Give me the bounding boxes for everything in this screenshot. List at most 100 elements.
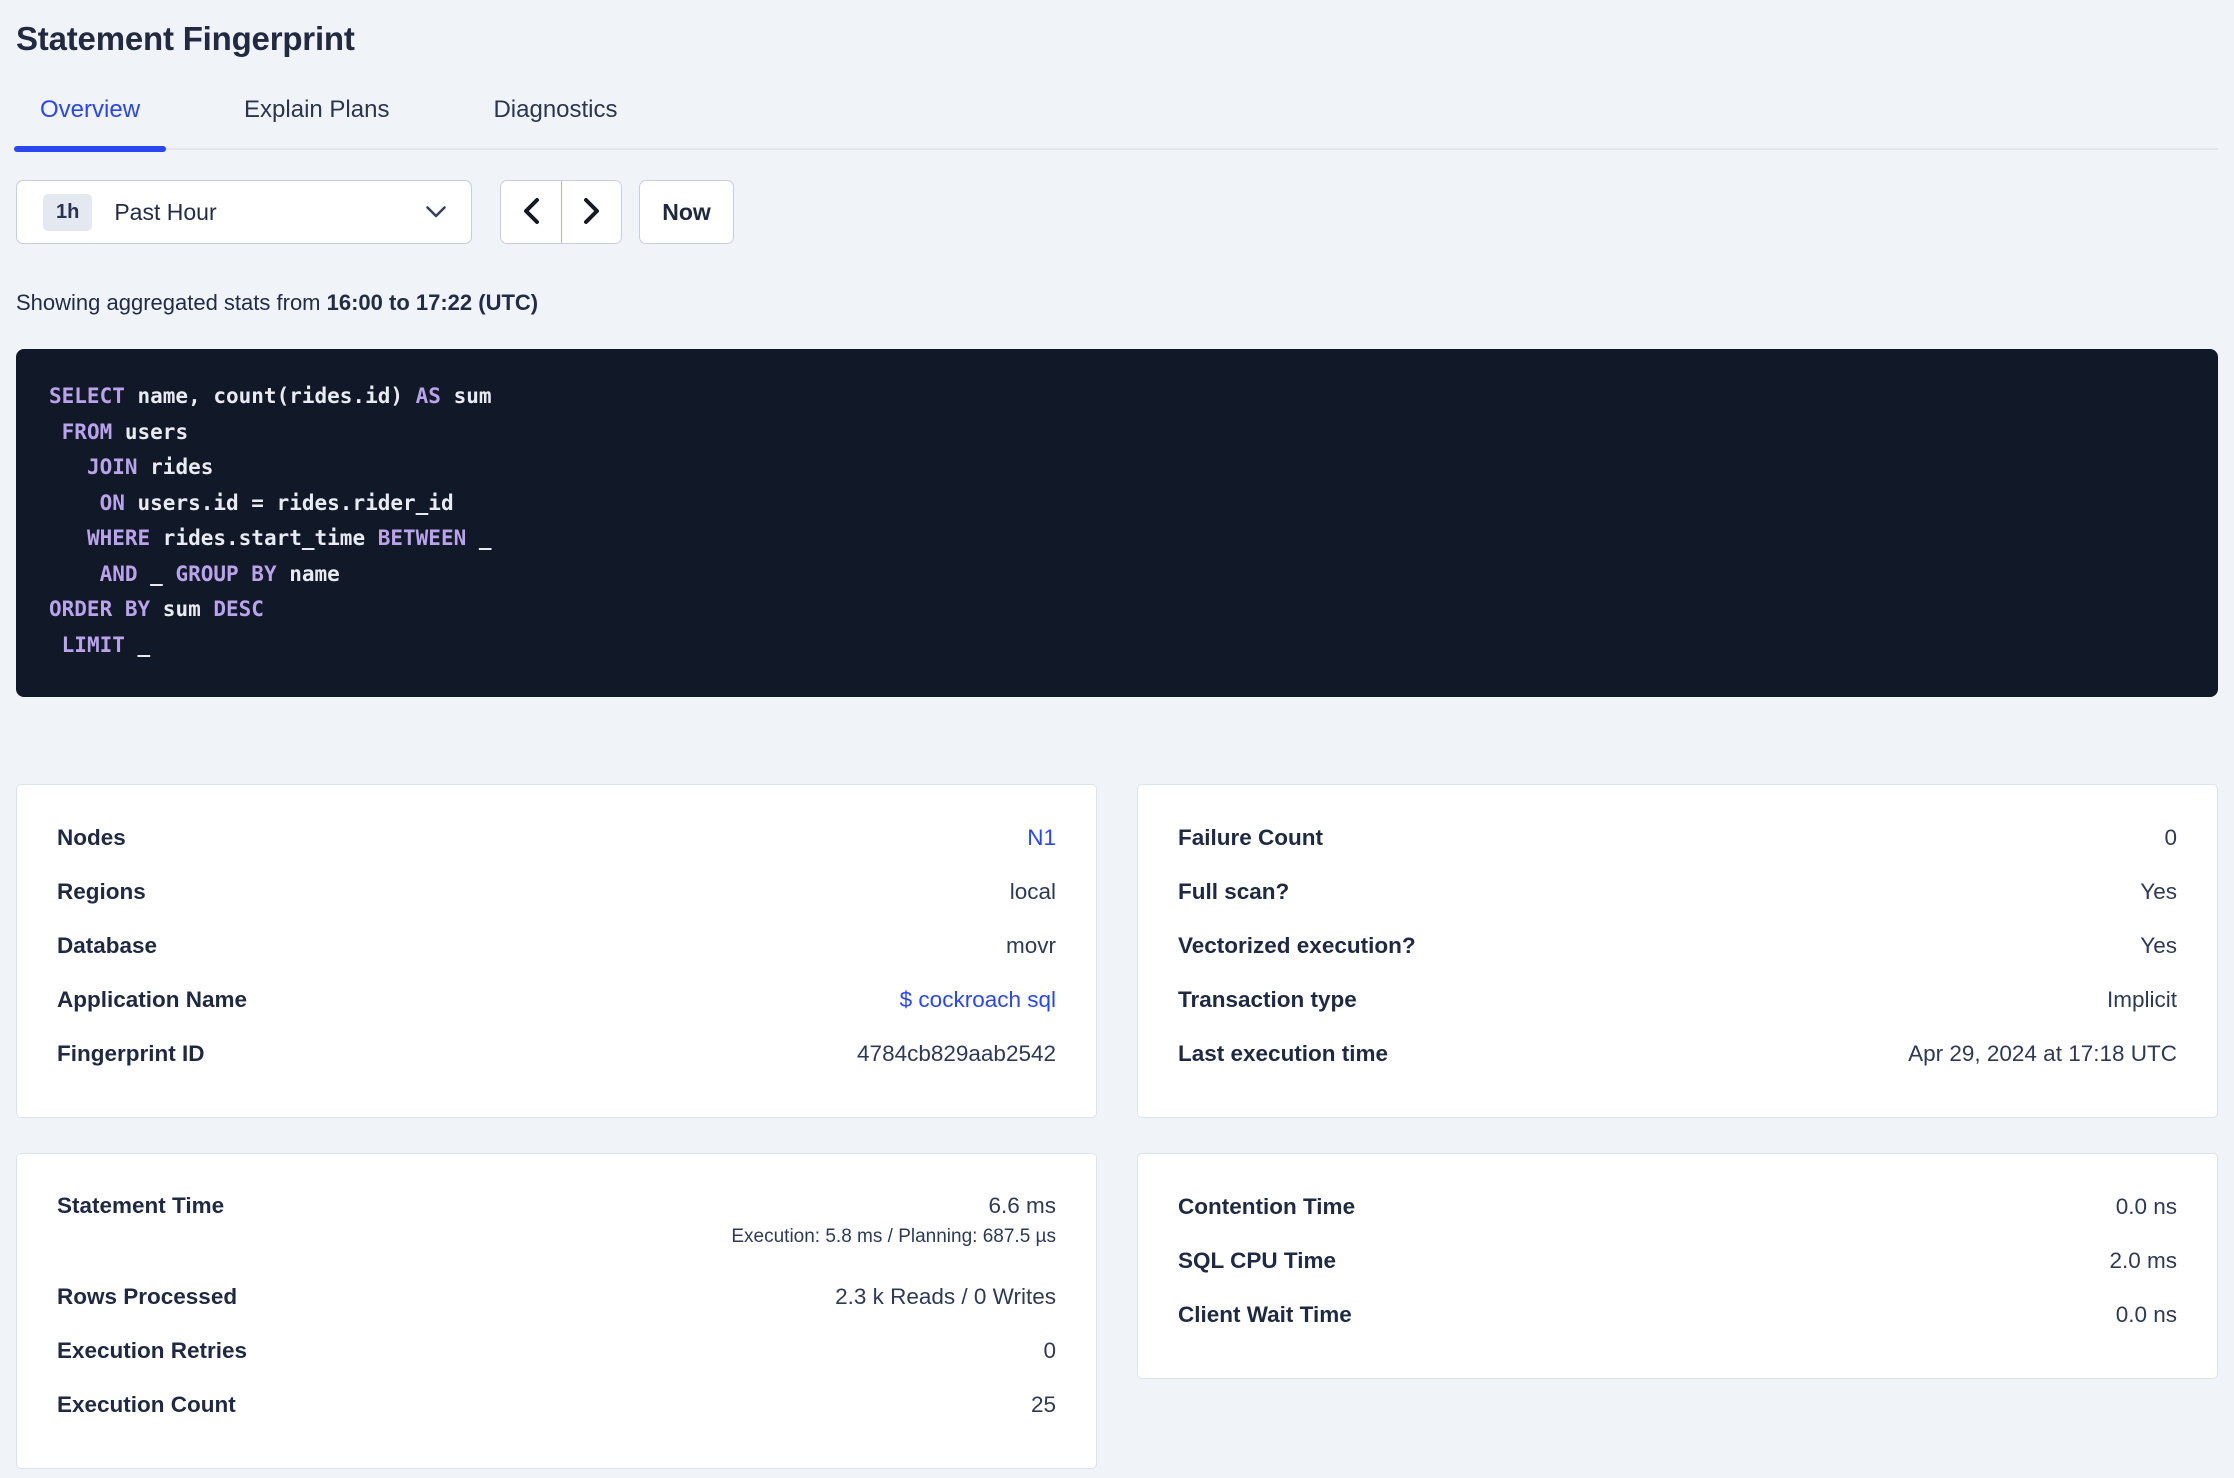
stat-value-link[interactable]: $ cockroach sql [900, 987, 1056, 1013]
stat-value: local [1009, 879, 1056, 904]
tab-bar: Overview Explain Plans Diagnostics [14, 96, 2218, 152]
details-card-right: Failure Count 0 Full scan? Yes Vectorized ex… [1137, 784, 2218, 1118]
stat-label: SQL CPU Time [1178, 1248, 1336, 1273]
sql-text: sum [150, 597, 214, 621]
stat-value: 2.0 ms [2109, 1248, 2177, 1273]
tab-diagnostics[interactable]: Diagnostics [467, 96, 643, 148]
sql-code-line: WHERE rides.start_time BETWEEN _ [49, 521, 2198, 557]
stat-row: Full scan? Yes [1178, 865, 2177, 919]
stat-value: 4784cb829aab2542 [857, 1041, 1056, 1066]
sql-code-line: ORDER BY sum DESC [49, 592, 2198, 628]
stat-subvalue: Execution: 5.8 ms / Planning: 687.5 µs [731, 1226, 1056, 1247]
chevron-left-icon [521, 196, 541, 229]
sql-keyword: BETWEEN [377, 526, 467, 550]
stat-label: Application Name [57, 987, 248, 1012]
details-card-left: Nodes N1 Regions local Database movr Applicati… [16, 784, 1097, 1118]
stat-value-group: 0.0 ns [2116, 1194, 2177, 1220]
stat-row: Fingerprint ID 4784cb829aab2542 [57, 1027, 1056, 1081]
now-button[interactable]: Now [639, 180, 734, 244]
stat-value: 25 [1030, 1392, 1056, 1417]
stat-value-group: Yes [2140, 879, 2177, 905]
sql-keyword: DESC [213, 597, 264, 621]
tab-overview[interactable]: Overview [14, 96, 167, 152]
sql-text: rides.start_time [150, 526, 378, 550]
next-interval-button[interactable] [561, 181, 621, 243]
stat-row: Contention Time 0.0 ns [1178, 1180, 2177, 1234]
stat-row: Failure Count 0 [1178, 811, 2177, 865]
stat-label: Execution Retries [57, 1338, 248, 1363]
time-range-label: Past Hour [114, 198, 217, 225]
stat-value: 0 [2164, 825, 2177, 850]
stat-label: Database [57, 933, 158, 958]
sql-code-line: FROM users [49, 415, 2198, 451]
stat-label: Rows Processed [57, 1284, 238, 1309]
sql-keyword: GROUP BY [175, 561, 277, 586]
sql-keyword: FROM [61, 419, 113, 444]
sql-keyword: WHERE [86, 526, 151, 550]
stat-value-group: $ cockroach sql [900, 987, 1056, 1013]
stat-value: Yes [2140, 933, 2177, 958]
stat-row: Execution Count 25 [57, 1378, 1056, 1432]
sql-text: rides [137, 455, 214, 479]
chevron-right-icon [582, 196, 602, 229]
stat-value-group: Yes [2140, 933, 2177, 959]
stat-value: movr [1006, 933, 1056, 958]
previous-interval-button[interactable] [501, 181, 561, 243]
time-controls: 1h Past Hour Now [16, 180, 2218, 244]
chevron-down-icon [425, 205, 447, 219]
stat-value: 0 [1043, 1338, 1056, 1363]
aggregated-stats-caption: Showing aggregated stats from 16:00 to 1… [16, 290, 2218, 316]
performance-card-left: Statement Time 6.6 ms Execution: 5.8 ms / … [16, 1153, 1097, 1469]
stat-value: Yes [2140, 879, 2177, 904]
stat-row: Last execution time Apr 29, 2024 at 17:18… [1178, 1027, 2177, 1081]
stat-label: Nodes [57, 825, 126, 850]
stat-value-group: movr [1006, 933, 1056, 959]
stat-row: Vectorized execution? Yes [1178, 919, 2177, 973]
sql-code-line: ON users.id = rides.rider_id [49, 486, 2198, 522]
sql-keyword: AS [415, 384, 441, 408]
stat-value: 6.6 ms [988, 1193, 1056, 1218]
stat-value: Implicit [2106, 987, 2177, 1012]
sql-keyword: AND [99, 561, 138, 586]
sql-text: users [112, 419, 189, 444]
time-step-buttons [500, 180, 622, 244]
sql-text: name [276, 561, 340, 586]
performance-card-right: Contention Time 0.0 ns SQL CPU Time 2.0 ms C… [1137, 1153, 2218, 1379]
sql-keyword: LIMIT [61, 632, 125, 657]
stat-label: Contention Time [1178, 1194, 1356, 1219]
sql-code-line: AND _ GROUP BY name [49, 557, 2198, 593]
aggregated-stats-range: 16:00 to 17:22 (UTC) [326, 290, 539, 315]
stat-row: Database movr [57, 919, 1056, 973]
stat-label: Statement Time [57, 1193, 225, 1218]
sql-text: sum [440, 384, 492, 408]
time-range-dropdown[interactable]: 1h Past Hour [16, 180, 472, 244]
sql-keyword: SELECT [49, 384, 125, 408]
statement-fingerprint-page: Statement Fingerprint Overview Explain Pl… [0, 20, 2234, 1469]
stat-value-group: Apr 29, 2024 at 17:18 UTC [1908, 1041, 2177, 1067]
sql-code-line: SELECT name, count(rides.id) AS sum [49, 379, 2198, 415]
tab-explain-plans[interactable]: Explain Plans [218, 96, 415, 148]
stat-value-group: 0.0 ns [2116, 1302, 2177, 1328]
stat-value-group: Implicit [2107, 987, 2177, 1013]
aggregated-stats-prefix: Showing aggregated stats from [16, 290, 327, 315]
stat-value-link[interactable]: N1 [1027, 825, 1056, 851]
stat-value-group: 6.6 ms Execution: 5.8 ms / Planning: 687.… [731, 1193, 1056, 1248]
stat-label: Failure Count [1178, 825, 1323, 850]
stat-label: Execution Count [57, 1392, 236, 1417]
stat-value: Apr 29, 2024 at 17:18 UTC [1908, 1041, 2177, 1066]
stat-row: Regions local [57, 865, 1056, 919]
stat-row: Nodes N1 [57, 811, 1056, 865]
sql-text: _ [137, 561, 176, 586]
sql-keyword: ON [99, 490, 125, 515]
sql-statement-box: SELECT name, count(rides.id) AS sum FROM… [16, 349, 2218, 697]
stat-label: Client Wait Time [1178, 1302, 1352, 1327]
stat-value: 0.0 ns [2115, 1302, 2177, 1327]
summary-cards: Nodes N1 Regions local Database movr Applicati… [16, 784, 2218, 1469]
stat-row: Statement Time 6.6 ms Execution: 5.8 ms / … [57, 1180, 1056, 1270]
stat-row: Transaction type Implicit [1178, 973, 2177, 1027]
stat-row: Application Name $ cockroach sql [57, 973, 1056, 1027]
